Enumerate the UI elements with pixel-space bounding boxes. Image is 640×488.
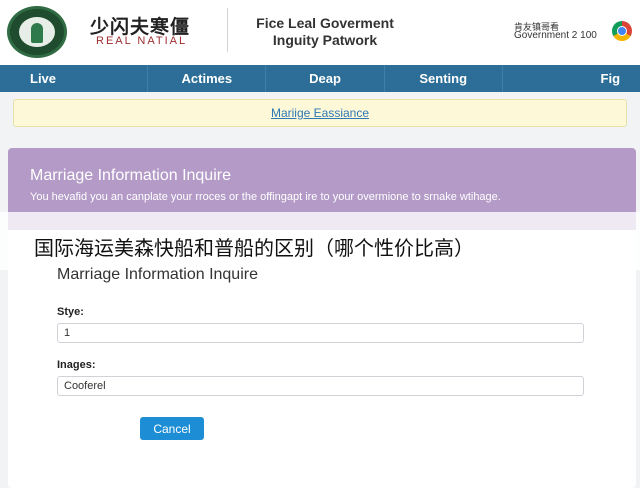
nav-item-deap[interactable]: Deap xyxy=(266,65,385,92)
government-number: Government 2 100 xyxy=(514,30,597,41)
header-divider xyxy=(227,8,228,52)
site-title: Fice Leal Goverment Inguity Patwork xyxy=(240,15,410,49)
form-title: Marriage Information Inquire xyxy=(57,266,258,283)
nav-item-live[interactable]: Live xyxy=(0,65,149,92)
images-input[interactable] xyxy=(57,376,584,396)
chrome-icon[interactable] xyxy=(612,21,632,41)
style-input[interactable] xyxy=(57,323,584,343)
inquiry-panel: Marriage Information Inquire You hevafid… xyxy=(8,148,636,488)
main-navigation: Live Actimes Deap Senting Fig xyxy=(0,65,640,92)
site-header: 少闪夫寒僵 REAL NATIAL Fice Leal Goverment In… xyxy=(0,0,640,65)
site-title-line-1: Fice Leal Goverment xyxy=(256,15,394,31)
panel-description: You hevafid you an canplate your rroces … xyxy=(30,191,501,203)
government-seal-icon[interactable] xyxy=(7,6,67,58)
nav-item-fig[interactable]: Fig xyxy=(503,65,640,92)
site-title-line-2: Inguity Patwork xyxy=(272,32,378,48)
notice-alert: Mariige Eassiance xyxy=(13,99,627,127)
cancel-button[interactable]: Cancel xyxy=(140,417,204,440)
style-label: Stye: xyxy=(57,306,84,318)
brand-english-name: REAL NATIAL xyxy=(96,35,188,47)
images-label: Inages: xyxy=(57,359,96,371)
nav-item-senting[interactable]: Senting xyxy=(385,65,503,92)
nav-item-actimes[interactable]: Actimes xyxy=(148,65,267,92)
marriage-assistance-link[interactable]: Mariige Eassiance xyxy=(271,106,369,120)
panel-heading: Marriage Information Inquire xyxy=(30,167,231,184)
overlay-title: 国际海运美森快船和普船的区别（哪个性价比高） xyxy=(34,236,474,260)
